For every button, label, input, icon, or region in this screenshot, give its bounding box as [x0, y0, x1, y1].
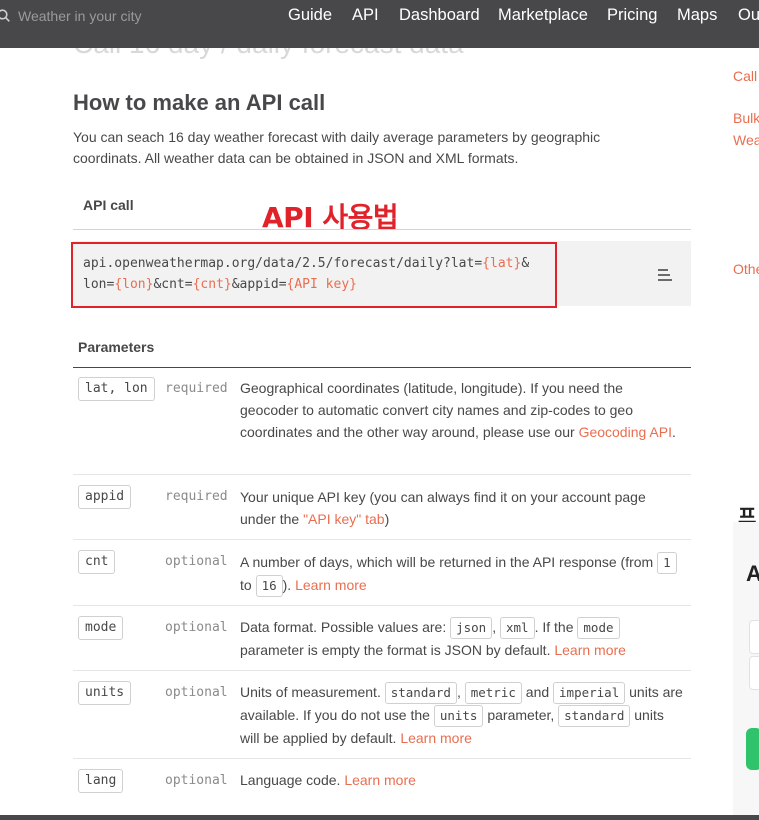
param-requirement: optional — [165, 685, 228, 700]
value-chip: standard — [384, 682, 457, 704]
sidebar-link-bulk[interactable]: Bulk — [733, 107, 759, 129]
nav-marketplace[interactable]: Marketplace — [498, 6, 588, 25]
value-chip: imperial — [553, 682, 626, 704]
param-description: Units of measurement. standard, metric a… — [240, 682, 683, 746]
param-name: lang — [78, 769, 124, 793]
param-name: cnt — [78, 550, 116, 574]
value-chip: units — [433, 705, 484, 727]
learn-more-link[interactable]: Learn more — [554, 642, 626, 658]
divider — [73, 539, 691, 540]
sidebar-input-field[interactable] — [749, 656, 759, 690]
param-name: lat, lon — [78, 377, 155, 401]
divider — [73, 229, 691, 230]
nav-pricing[interactable]: Pricing — [607, 6, 657, 25]
nav-our-initiatives[interactable]: Ou — [738, 6, 759, 25]
nav-maps[interactable]: Maps — [677, 6, 717, 25]
divider — [73, 367, 691, 368]
param-name: units — [78, 681, 132, 705]
nav-api[interactable]: API — [352, 6, 379, 25]
menu-lines-icon[interactable] — [657, 268, 673, 282]
param-requirement: required — [165, 381, 228, 396]
value-chip: xml — [500, 617, 535, 639]
param-requirement: optional — [165, 554, 228, 569]
sidebar-input-field[interactable] — [749, 620, 759, 654]
top-navbar: Guide API Dashboard Marketplace Pricing … — [0, 0, 759, 48]
learn-more-link[interactable]: Learn more — [344, 772, 416, 788]
param-requirement: optional — [165, 620, 228, 635]
value-chip: mode — [577, 617, 620, 639]
parameters-label: Parameters — [78, 339, 155, 355]
value-chip: 16 — [255, 575, 283, 597]
divider — [73, 605, 691, 606]
nav-guide[interactable]: Guide — [288, 6, 332, 25]
param-name: appid — [78, 485, 132, 509]
param-requirement: required — [165, 489, 228, 504]
param-description: A number of days, which will be returned… — [240, 551, 685, 597]
value-chip: json — [450, 617, 493, 639]
nav-dashboard[interactable]: Dashboard — [399, 6, 480, 25]
param-description: Geographical coordinates (latitude, long… — [240, 380, 676, 440]
value-chip: metric — [464, 682, 522, 704]
learn-more-link[interactable]: Learn more — [295, 577, 367, 593]
divider — [73, 670, 691, 671]
annotation-label: API 사용법 — [262, 201, 399, 234]
param-requirement: optional — [165, 773, 228, 788]
section-intro: You can seach 16 day weather forecast wi… — [73, 129, 601, 166]
sidebar-link-call[interactable]: Call — [733, 65, 757, 87]
bottom-bar — [0, 815, 759, 820]
api-key-tab-link[interactable]: "API key" tab — [303, 511, 385, 527]
value-chip: standard — [558, 705, 631, 727]
geocoding-api-link[interactable]: Geocoding API — [579, 424, 672, 440]
section-title: How to make an API call — [73, 90, 326, 115]
divider — [73, 474, 691, 475]
param-description: Data format. Possible values are: json, … — [240, 617, 626, 658]
learn-more-link[interactable]: Learn more — [400, 730, 472, 746]
sidebar-link-other[interactable]: Othe — [733, 258, 759, 280]
param-description: Your unique API key (you can always find… — [240, 489, 646, 527]
sidebar-link-weather[interactable]: Wea — [733, 129, 759, 151]
divider — [73, 758, 691, 759]
param-description: Language code. Learn more — [240, 772, 416, 788]
annotation-highlight-box — [71, 242, 557, 308]
search-input[interactable] — [18, 8, 198, 24]
sidebar-green-button[interactable] — [746, 728, 759, 770]
sidebar-promo-title: A — [746, 561, 759, 586]
search-icon — [0, 9, 10, 22]
param-name: mode — [78, 616, 124, 640]
api-call-label: API call — [83, 197, 134, 213]
value-chip: 1 — [657, 552, 677, 574]
